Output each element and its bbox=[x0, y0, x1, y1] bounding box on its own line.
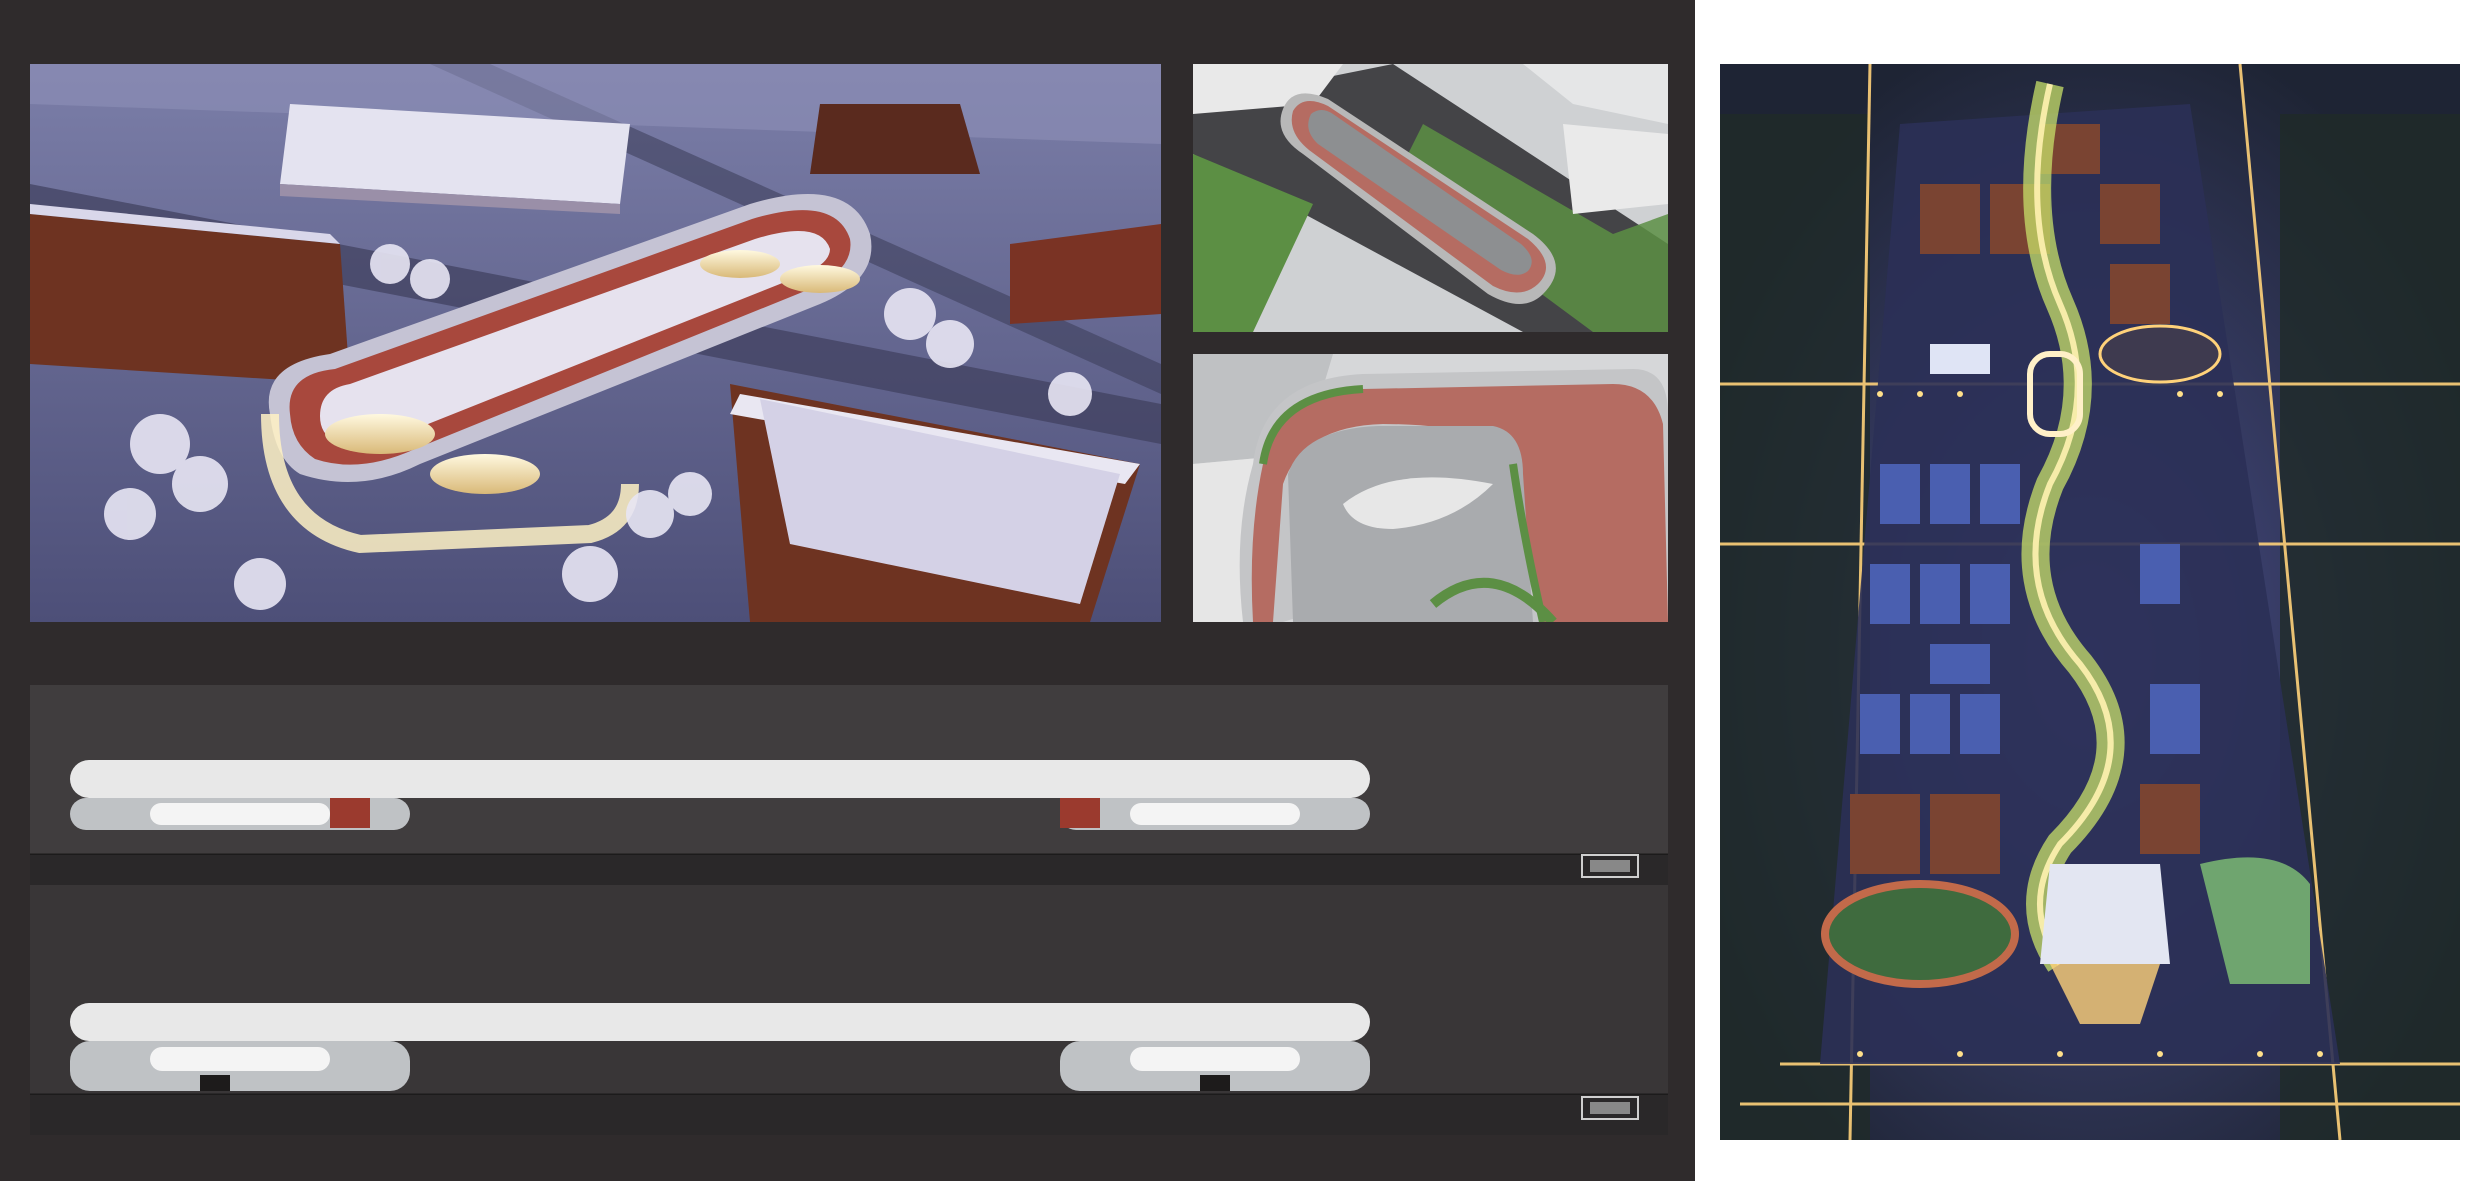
skybridge-massing-model-icon bbox=[1193, 64, 1668, 332]
skybridge-ramp-model-icon bbox=[1193, 354, 1668, 622]
campus-night-masterplan bbox=[1720, 64, 2460, 1140]
massing-model-top bbox=[1193, 64, 1668, 332]
massing-model-bottom bbox=[1193, 354, 1668, 622]
snow-campus-skybridge-render-icon bbox=[30, 64, 1161, 622]
skybridge-elevation-icon bbox=[30, 685, 1668, 1135]
campus-night-aerial-icon bbox=[1720, 64, 2460, 1140]
elevation-drawings bbox=[30, 685, 1668, 1135]
aerial-snow-render bbox=[30, 64, 1161, 622]
